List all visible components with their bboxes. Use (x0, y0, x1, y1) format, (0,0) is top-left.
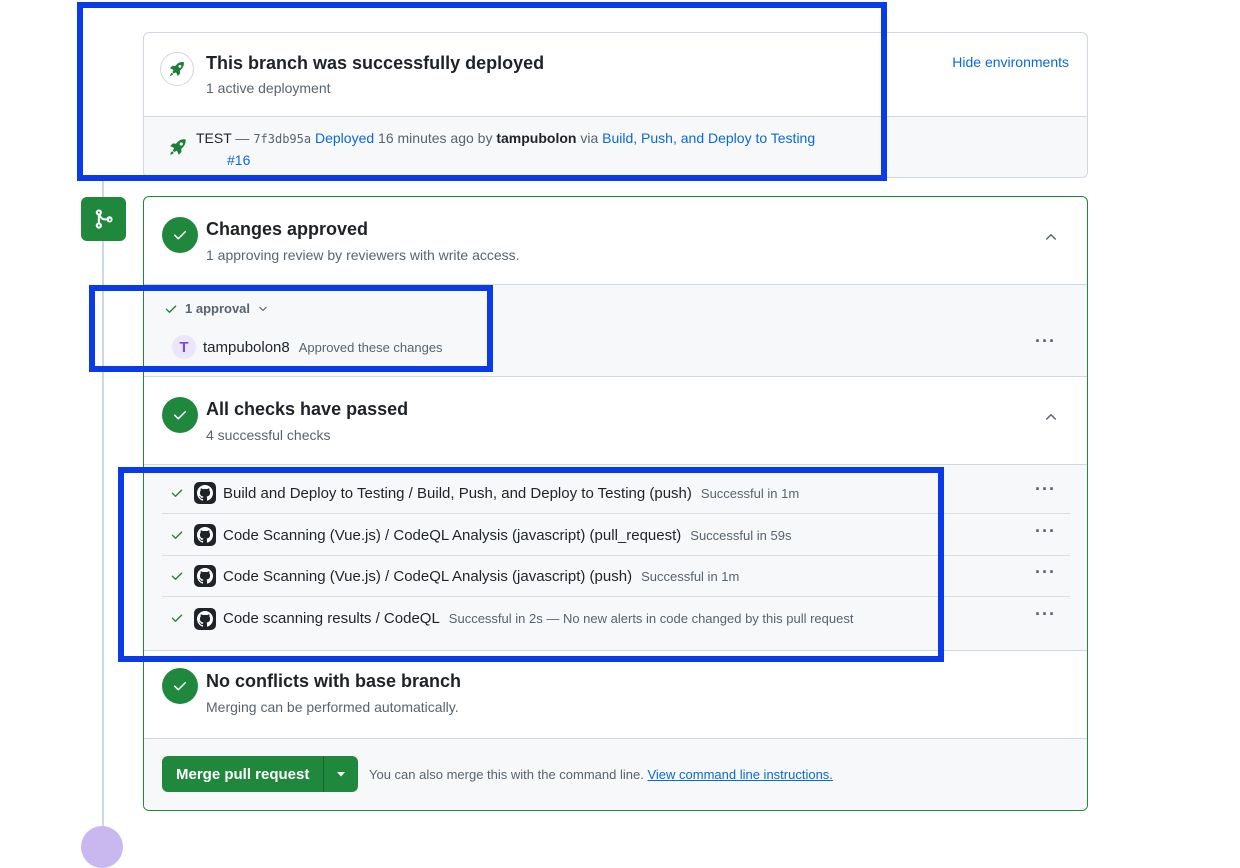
reviewer-row: T tampubolon8 Approved these changes (172, 335, 443, 359)
check-name[interactable]: Code Scanning (Vue.js) / CodeQL Analysis… (223, 527, 681, 544)
kebab-icon[interactable]: ··· (1035, 604, 1056, 625)
approval-title: Changes approved (206, 219, 369, 239)
approval-count-label: 1 approval (185, 301, 251, 316)
github-icon (194, 524, 216, 546)
approval-subtitle: 1 approving review by reviewers with wri… (206, 247, 520, 263)
check-row[interactable]: Code Scanning (Vue.js) / CodeQL Analysis… (162, 515, 1070, 556)
checks-list: Build and Deploy to Testing / Build, Pus… (144, 465, 1087, 651)
deployed-link[interactable]: Deployed (315, 130, 374, 146)
checks-title: All checks have passed (206, 399, 409, 419)
check-icon (165, 304, 177, 313)
check-icon (171, 614, 183, 622)
triangle-down-icon[interactable] (324, 756, 358, 792)
check-icon (171, 572, 183, 580)
deployment-time: 16 minutes ago by (378, 130, 493, 146)
check-icon (171, 531, 183, 539)
chevron-down-icon (259, 306, 267, 311)
conflicts-title: No conflicts with base branch (206, 671, 462, 691)
hide-environments-link[interactable]: Hide environments (952, 54, 1069, 70)
check-status: Successful in 59s (690, 527, 792, 543)
conflicts-subtitle: Merging can be performed automatically. (206, 699, 459, 715)
check-circle-icon (162, 217, 198, 253)
kebab-icon[interactable]: ··· (1035, 331, 1056, 352)
workflow-run-link[interactable]: #16 (227, 152, 250, 168)
github-icon (194, 565, 216, 587)
rocket-icon (160, 52, 194, 86)
conflicts-section: No conflicts with base branch Merging ca… (144, 651, 1087, 739)
check-status: Successful in 1m (641, 568, 740, 584)
environment-name: TEST (196, 130, 232, 146)
check-row[interactable]: Code scanning results / CodeQL Successfu… (162, 598, 1070, 639)
rocket-icon (168, 137, 188, 162)
check-circle-icon (162, 397, 198, 433)
via-label: via (580, 130, 599, 146)
check-status: Successful in 1m (700, 485, 800, 501)
check-circle-icon (162, 668, 198, 704)
chevron-up-icon[interactable] (1043, 409, 1059, 425)
chevron-up-icon[interactable] (1043, 229, 1059, 245)
checks-subtitle: 4 successful checks (206, 427, 331, 443)
check-row[interactable]: Code Scanning (Vue.js) / CodeQL Analysis… (162, 556, 1070, 597)
check-name[interactable]: Build and Deploy to Testing / Build, Pus… (223, 485, 692, 502)
reviewer-note: Approved these changes (298, 339, 443, 355)
merge-button-label[interactable]: Merge pull request (162, 756, 325, 792)
kebab-icon[interactable]: ··· (1035, 562, 1056, 583)
deployment-box: This branch was successfully deployed 1 … (143, 32, 1088, 178)
check-icon (171, 489, 183, 497)
deployment-title: This branch was successfully deployed (206, 53, 545, 73)
timeline-line (102, 178, 104, 836)
github-icon (194, 607, 216, 630)
checks-section[interactable]: All checks have passed 4 successful chec… (144, 377, 1087, 465)
approval-section[interactable]: Changes approved 1 approving review by r… (144, 197, 1087, 285)
github-icon (194, 482, 216, 504)
deployment-entry: TEST — 7f3db95a Deployed 16 minutes ago … (144, 117, 1087, 177)
kebab-icon[interactable]: ··· (1035, 521, 1056, 542)
check-name[interactable]: Code scanning results / CodeQL (223, 610, 440, 627)
avatar[interactable]: T (172, 335, 196, 359)
avatar[interactable] (81, 826, 123, 868)
deployment-header: This branch was successfully deployed 1 … (144, 33, 1087, 117)
deployer-username[interactable]: tampubolon (496, 130, 576, 146)
kebab-icon[interactable]: ··· (1035, 479, 1056, 500)
approval-count-toggle[interactable]: 1 approval (164, 301, 269, 316)
check-name[interactable]: Code Scanning (Vue.js) / CodeQL Analysis… (223, 568, 632, 585)
merge-hint-text: You can also merge this with the command… (369, 767, 644, 782)
workflow-link[interactable]: Build, Push, and Deploy to Testing (602, 130, 815, 146)
merge-hint: You can also merge this with the command… (369, 767, 833, 782)
command-line-instructions-link[interactable]: View command line instructions. (647, 767, 832, 782)
merge-pull-request-button[interactable]: Merge pull request (162, 756, 359, 792)
reviewer-name[interactable]: tampubolon8 (203, 339, 290, 356)
check-row[interactable]: Build and Deploy to Testing / Build, Pus… (162, 473, 1070, 514)
check-status: Successful in 2s — No new alerts in code… (448, 611, 854, 626)
commit-sha[interactable]: 7f3db95a (253, 132, 311, 146)
approvals-list: 1 approval T tampubolon8 Approved these … (144, 285, 1087, 377)
separator-dash: — (235, 130, 250, 146)
git-merge-icon (81, 197, 126, 241)
merge-box: Changes approved 1 approving review by r… (143, 196, 1088, 811)
deployment-subtitle: 1 active deployment (206, 80, 331, 96)
